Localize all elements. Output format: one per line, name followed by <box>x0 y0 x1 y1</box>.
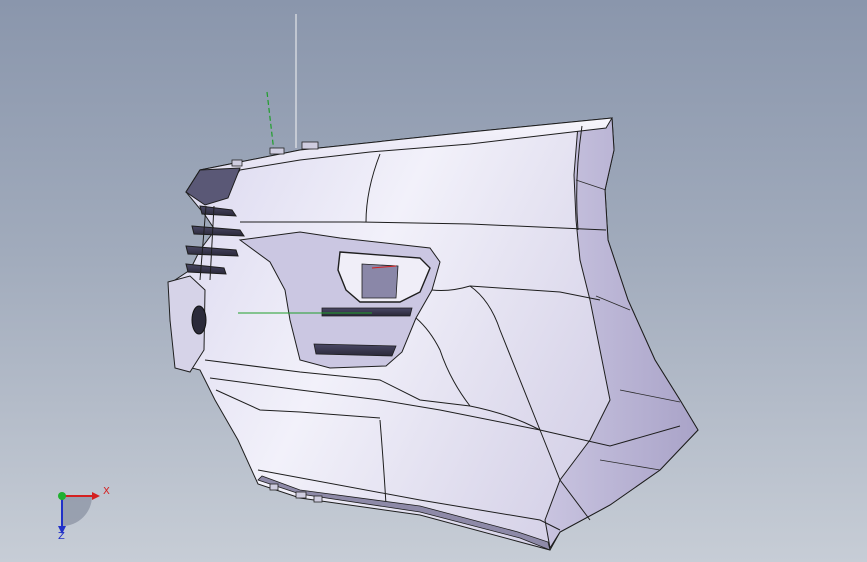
tow-hook-cover <box>191 305 207 335</box>
triad-shadow <box>62 496 92 526</box>
top-clip-1 <box>269 147 285 155</box>
fog-lamp-lower-slat <box>321 307 413 317</box>
bumper-model[interactable] <box>0 0 867 562</box>
triad-x-label: X <box>103 486 110 497</box>
orientation-triad: X Z <box>48 482 118 552</box>
graphics-viewport[interactable]: X Z <box>0 0 867 562</box>
top-clip-2 <box>301 141 319 150</box>
triad-y-axis <box>58 492 66 500</box>
triad-x-arrow <box>92 492 100 500</box>
green-reference-axis <box>266 91 275 153</box>
top-clip-3 <box>231 159 243 167</box>
triad-z-label: Z <box>58 531 65 542</box>
fog-lamp-inner-shadow <box>361 263 399 299</box>
fog-lamp-bottom-slat <box>313 343 397 357</box>
